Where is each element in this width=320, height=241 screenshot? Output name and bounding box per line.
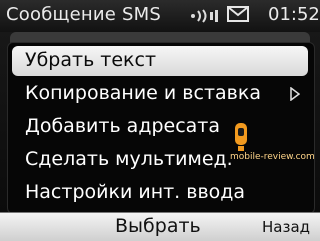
softkey-bar: Выбрать Назад	[0, 212, 320, 241]
back-button[interactable]: Назад	[262, 218, 310, 236]
watermark-logo-icon	[235, 123, 247, 151]
signal-icon	[191, 9, 218, 23]
clock: 01:52	[268, 4, 320, 25]
menu-item-copy-paste[interactable]: Копирование и вставка	[12, 79, 308, 109]
menu-item-label: Убрать текст	[25, 49, 157, 71]
phone-screen: Сообщение SMS 01:52 Убрать текст Копиров…	[0, 0, 320, 241]
menu-item-label: Копирование и вставка	[25, 82, 261, 104]
menu-item-add-recipient[interactable]: Добавить адресата	[12, 112, 308, 142]
select-button[interactable]: Выбрать	[115, 215, 201, 237]
menu-item-label: Добавить адресата	[25, 115, 221, 137]
status-icons	[189, 5, 279, 27]
envelope-icon	[227, 6, 249, 22]
menu-item-input-settings[interactable]: Настройки инт. ввода	[12, 178, 308, 208]
chevron-right-icon	[290, 87, 300, 101]
menu-item-label: Сделать мультимед.	[25, 148, 233, 170]
status-bar: Сообщение SMS 01:52	[0, 0, 320, 32]
menu-item-clear-text[interactable]: Убрать текст	[12, 46, 308, 76]
window-title: Сообщение SMS	[6, 4, 161, 25]
menu-item-label: Настройки инт. ввода	[25, 181, 246, 203]
watermark-text: mobile-review.com	[230, 152, 315, 162]
options-menu: Убрать текст Копирование и вставка Добав…	[7, 42, 315, 214]
